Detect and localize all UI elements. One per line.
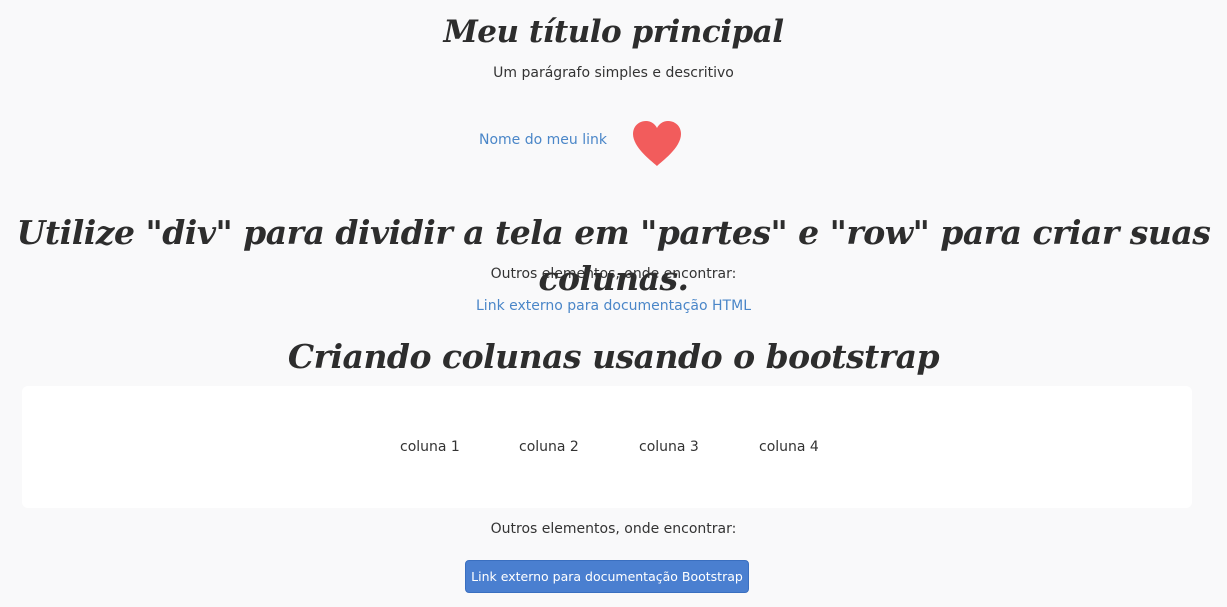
column-1: coluna 1 [400,439,460,455]
heart-icon [633,121,681,166]
page: Meu título principal Um parágrafo simple… [0,0,1227,607]
my-link[interactable]: Nome do meu link [479,132,607,148]
html-doc-link[interactable]: Link externo para documentação HTML [476,298,751,314]
page-title: Meu título principal [443,14,784,50]
bootstrap-section-title: Criando colunas usando o bootstrap [287,337,940,376]
column-3: coluna 3 [639,439,699,455]
page-subtitle: Um parágrafo simples e descritivo [493,65,734,81]
section-title: Utilize "div" para dividir a tela em "pa… [16,213,1211,298]
bootstrap-doc-button[interactable]: Link externo para documentação Bootstrap [465,560,749,593]
html-doc-link-container: Link externo para documentação HTML [0,296,1227,316]
other-elements-text-2: Outros elementos, onde encontrar: [490,521,737,537]
other-elements-text: Outros elementos, onde encontrar: [490,266,737,282]
columns-row: coluna 1 coluna 2 coluna 3 coluna 4 [22,386,1192,508]
column-4: coluna 4 [759,439,819,455]
link-row: Nome do meu link [0,118,1227,170]
column-2: coluna 2 [519,439,579,455]
